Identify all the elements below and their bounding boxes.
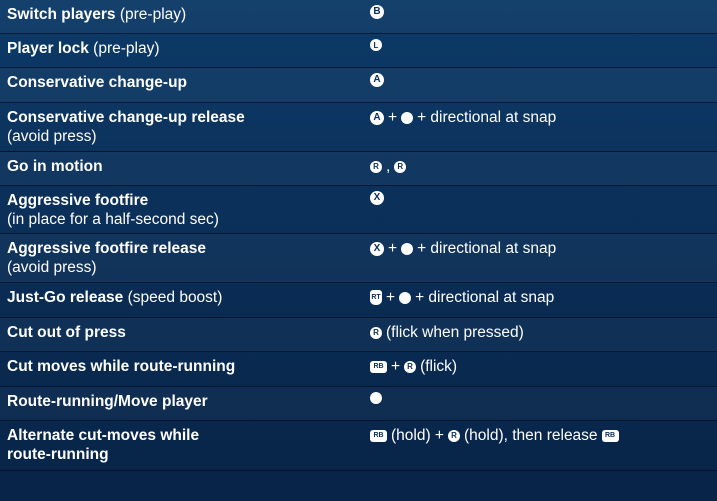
binding-cell: R,R bbox=[370, 157, 717, 176]
binding-text: + bbox=[386, 289, 396, 306]
binding-cell: X + + directional at snap bbox=[370, 239, 717, 258]
action-cell: Route-running/Move player bbox=[0, 392, 370, 411]
x-button-icon: X bbox=[370, 241, 384, 256]
action-cell: Switch players (pre-play) bbox=[0, 5, 370, 24]
action-cell: Just-Go release (speed boost) bbox=[0, 288, 370, 307]
left-stick-icon bbox=[401, 111, 414, 124]
action-label: Just-Go release bbox=[7, 289, 124, 306]
action-cell: Cut moves while route-running bbox=[0, 357, 370, 376]
binding-text: (hold), then release bbox=[464, 427, 598, 444]
action-cell: Alternate cut-moves while route-running bbox=[0, 426, 370, 464]
action-label: Player lock bbox=[7, 40, 89, 57]
binding-text: + directional at snap bbox=[417, 109, 557, 126]
action-qualifier: (pre-play) bbox=[115, 6, 187, 23]
action-label: Conservative change-up release bbox=[7, 109, 245, 126]
control-row: Conservative change-up A bbox=[0, 68, 717, 103]
a-button-icon: A bbox=[370, 110, 384, 125]
action-subtext: (avoid press) bbox=[7, 259, 97, 276]
action-cell: Player lock (pre-play) bbox=[0, 39, 370, 58]
action-label: Conservative change-up bbox=[7, 74, 188, 91]
action-label: Aggressive footfire bbox=[7, 192, 149, 209]
action-qualifier: (speed boost) bbox=[123, 289, 223, 306]
control-row: Route-running/Move player bbox=[0, 387, 717, 421]
control-row: Conservative change-up release (avoid pre… bbox=[0, 103, 717, 152]
control-row: Aggressive footfire release (avoid press)… bbox=[0, 234, 717, 283]
binding-cell: B bbox=[370, 5, 717, 19]
action-label: Cut moves while route-running bbox=[7, 358, 236, 375]
control-row: Aggressive footfire (in place for a half-… bbox=[0, 186, 717, 234]
action-subtext: (avoid press) bbox=[7, 128, 97, 145]
action-cell: Go in motion bbox=[0, 157, 370, 176]
action-label: Alternate cut-moves while bbox=[7, 427, 200, 444]
right-stick-click-icon: R bbox=[370, 326, 382, 339]
action-cell: Conservative change-up bbox=[0, 73, 370, 92]
action-cell: Conservative change-up release (avoid pre… bbox=[0, 108, 370, 146]
binding-text: (flick) bbox=[420, 358, 458, 375]
binding-cell: X bbox=[370, 191, 717, 205]
rb-bumper-icon: RB bbox=[601, 429, 619, 442]
rt-trigger-icon: RT bbox=[370, 290, 382, 305]
left-stick-click-icon: L bbox=[370, 39, 382, 51]
binding-cell bbox=[370, 392, 717, 404]
action-qualifier: (pre-play) bbox=[88, 40, 160, 57]
binding-cell: L bbox=[370, 39, 717, 51]
binding-text: + bbox=[391, 358, 401, 375]
action-cell: Cut out of press bbox=[0, 323, 370, 342]
left-stick-icon bbox=[401, 242, 414, 255]
control-row: Go in motion R, R bbox=[0, 152, 717, 186]
binding-cell: RT + + directional at snap bbox=[370, 288, 717, 307]
action-subtext: (in place for a half-second sec) bbox=[7, 211, 219, 228]
b-button-icon: B bbox=[370, 5, 384, 19]
left-stick-icon bbox=[370, 392, 382, 404]
binding-cell: RB (hold) + R (hold), then release RB bbox=[370, 426, 717, 445]
binding-text: (flick when pressed) bbox=[386, 324, 524, 341]
rb-bumper-icon: RB bbox=[370, 360, 387, 373]
binding-cell: A bbox=[370, 73, 717, 87]
right-stick-click-icon: R bbox=[448, 429, 460, 442]
binding-cell: A + + directional at snap bbox=[370, 108, 717, 127]
controls-table: Switch players (pre-play) B Player lock (p… bbox=[0, 0, 717, 501]
action-cell: Aggressive footfire release (avoid press) bbox=[0, 239, 370, 277]
binding-text: , bbox=[386, 158, 391, 175]
binding-cell: R (flick when pressed) bbox=[370, 323, 717, 342]
x-button-icon: X bbox=[370, 191, 384, 205]
right-stick-left-icon: R bbox=[370, 160, 382, 173]
control-row: Just-Go release (speed boost) RT + + direct… bbox=[0, 283, 717, 318]
action-subtext: route-running bbox=[7, 446, 109, 463]
action-label: Cut out of press bbox=[7, 324, 126, 341]
right-stick-icon: R bbox=[404, 360, 417, 373]
left-stick-icon bbox=[399, 291, 412, 304]
control-row: Alternate cut-moves while route-running RB… bbox=[0, 421, 717, 471]
control-row: Cut moves while route-running RB + R (flick) bbox=[0, 352, 717, 387]
control-row: Switch players (pre-play) B bbox=[0, 0, 717, 34]
control-row: Player lock (pre-play) L bbox=[0, 34, 717, 68]
action-label: Switch players bbox=[7, 6, 116, 23]
action-cell: Aggressive footfire (in place for a half-… bbox=[0, 191, 370, 229]
control-row: Cut out of press R (flick when pressed) bbox=[0, 318, 717, 352]
rb-bumper-icon: RB bbox=[370, 429, 387, 442]
binding-text: + directional at snap bbox=[417, 240, 557, 257]
right-stick-right-icon: R bbox=[394, 160, 407, 173]
action-label: Go in motion bbox=[7, 158, 103, 175]
binding-text: + bbox=[388, 240, 398, 257]
action-label: Aggressive footfire release bbox=[7, 240, 207, 257]
binding-text: (hold) + bbox=[391, 427, 444, 444]
binding-text: + bbox=[388, 109, 398, 126]
binding-cell: RB + R (flick) bbox=[370, 357, 717, 376]
a-button-icon: A bbox=[370, 73, 384, 87]
action-label: Route-running/Move player bbox=[7, 393, 208, 410]
binding-text: + directional at snap bbox=[415, 289, 555, 306]
